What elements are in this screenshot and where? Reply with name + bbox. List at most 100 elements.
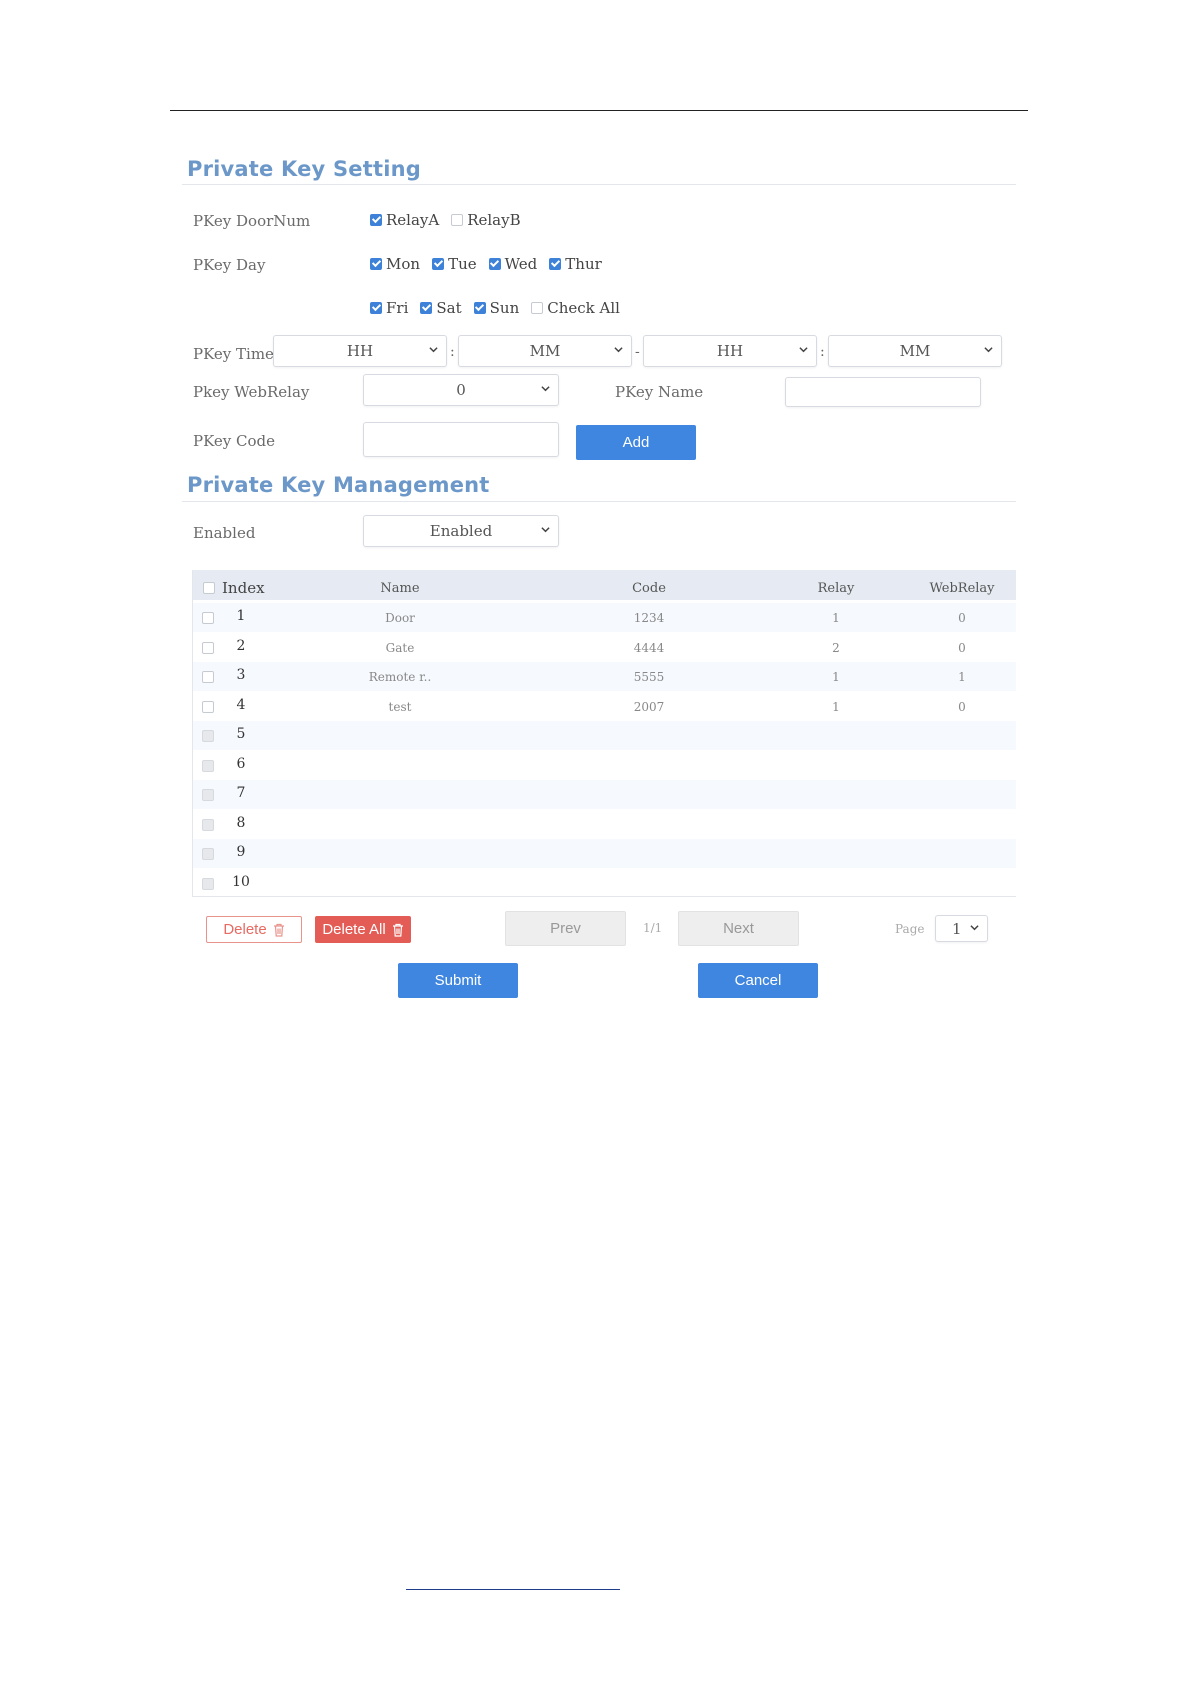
row-checkbox[interactable]: [202, 759, 214, 772]
cell-index: 5: [236, 726, 246, 742]
day-sat-checkbox[interactable]: Sat: [420, 299, 462, 317]
cell-index: 8: [236, 814, 246, 831]
row-checkbox[interactable]: [202, 818, 214, 831]
checkbox-checked-icon: [473, 302, 486, 314]
day-fri-checkbox[interactable]: Fri: [370, 299, 408, 317]
time-colon: :: [820, 344, 825, 360]
cell-index: 2: [236, 637, 246, 654]
relay-b-checkbox[interactable]: RelayB: [451, 211, 521, 229]
select-all-checkbox[interactable]: [203, 582, 215, 594]
day-check-all-checkbox[interactable]: Check All: [531, 299, 620, 317]
webrelay-label: Pkey WebRelay: [193, 383, 310, 401]
row-stripe: [192, 721, 1016, 750]
code-label: PKey Code: [193, 432, 276, 450]
row-checkbox[interactable]: [202, 789, 214, 801]
row-checkbox[interactable]: [202, 730, 214, 742]
footer-link-underline: [406, 1589, 620, 1590]
top-divider: [170, 110, 1028, 111]
next-button[interactable]: Next: [678, 911, 799, 946]
chevron-down-icon: [541, 386, 550, 392]
row-checkbox[interactable]: [202, 612, 214, 624]
time-start-minute-select[interactable]: MM: [458, 335, 632, 367]
cell-code: 1234: [633, 611, 665, 625]
row-checkbox[interactable]: [202, 877, 214, 890]
cell-name: Door: [385, 611, 415, 625]
delete-all-button[interactable]: Delete All: [315, 916, 411, 943]
day-thur-checkbox[interactable]: Thur: [549, 255, 602, 273]
checkbox-checked-icon: [370, 258, 382, 270]
column-header-index: Index: [222, 579, 265, 597]
row-checkbox[interactable]: [202, 671, 214, 683]
checkbox-empty-icon: [531, 302, 544, 314]
column-header-relay: Relay: [817, 581, 855, 596]
row-checkbox[interactable]: [202, 641, 214, 654]
door-num-options: RelayA RelayB: [370, 211, 521, 229]
name-input[interactable]: [785, 377, 981, 407]
cell-relay: 1: [832, 611, 840, 625]
cell-webrelay: 0: [958, 611, 966, 625]
cell-relay: 1: [832, 670, 840, 684]
submit-button[interactable]: Submit: [398, 963, 518, 998]
cell-relay: 2: [832, 640, 840, 655]
cell-relay: 1: [832, 699, 840, 714]
checkbox-checked-icon: [432, 258, 445, 270]
cell-index: 10: [232, 873, 250, 890]
section-title-setting: Private Key Setting: [187, 157, 421, 181]
chevron-down-icon: [614, 347, 623, 353]
table-header: [192, 570, 1016, 600]
row-checkbox[interactable]: [202, 848, 214, 860]
door-num-label: PKey DoorNum: [193, 212, 311, 230]
name-label: PKey Name: [615, 383, 704, 401]
webrelay-select[interactable]: 0: [363, 374, 559, 406]
cell-index: 3: [236, 667, 246, 683]
chevron-down-icon: [429, 347, 438, 353]
cell-index: 7: [236, 785, 246, 801]
column-header-name: Name: [380, 581, 420, 596]
cancel-button[interactable]: Cancel: [698, 963, 818, 998]
table-border: [192, 570, 193, 896]
code-input[interactable]: [363, 422, 559, 457]
checkbox-empty-icon: [451, 214, 464, 226]
row-checkbox[interactable]: [202, 700, 214, 713]
time-end-minute-select[interactable]: MM: [828, 335, 1002, 367]
row-stripe: [192, 839, 1016, 868]
prev-button[interactable]: Prev: [505, 911, 626, 946]
column-header-webrelay: WebRelay: [929, 581, 995, 596]
cell-index: 1: [236, 608, 246, 624]
day-mon-checkbox[interactable]: Mon: [370, 255, 420, 273]
day-options-row-2: Fri Sat Sun Check All: [370, 299, 620, 317]
page-count: 1/1: [643, 921, 663, 935]
time-start-hour-select[interactable]: HH: [273, 335, 447, 367]
day-sun-checkbox[interactable]: Sun: [473, 299, 519, 317]
time-colon: :: [450, 344, 455, 360]
cell-name: Remote r..: [368, 670, 432, 684]
section-title-management: Private Key Management: [187, 473, 490, 497]
time-dash: -: [635, 344, 640, 360]
day-wed-checkbox[interactable]: Wed: [488, 255, 537, 273]
cell-code: 5555: [633, 670, 665, 684]
cell-webrelay: 0: [958, 699, 966, 714]
cell-name: test: [388, 699, 412, 714]
enabled-select[interactable]: Enabled: [363, 515, 559, 547]
checkbox-checked-icon: [370, 302, 382, 314]
delete-button[interactable]: Delete: [206, 916, 302, 943]
chevron-down-icon: [799, 347, 808, 353]
cell-code: 2007: [633, 699, 665, 714]
relay-a-checkbox[interactable]: RelayA: [370, 211, 439, 229]
checkbox-checked-icon: [420, 302, 433, 314]
cell-webrelay: 0: [958, 640, 966, 655]
enabled-label: Enabled: [193, 524, 256, 542]
day-tue-checkbox[interactable]: Tue: [432, 255, 477, 273]
section-divider: [182, 501, 1016, 502]
day-options-row-1: Mon Tue Wed Thur: [370, 255, 602, 273]
page-select[interactable]: 1: [935, 915, 988, 942]
day-label: PKey Day: [193, 256, 266, 274]
add-button[interactable]: Add: [576, 425, 696, 460]
time-end-hour-select[interactable]: HH: [643, 335, 817, 367]
checkbox-checked-icon: [370, 214, 382, 226]
cell-index: 4: [236, 696, 246, 713]
row-stripe: [192, 662, 1016, 691]
section-divider: [182, 184, 1016, 185]
cell-index: 6: [236, 755, 246, 772]
table-border: [192, 896, 1016, 897]
